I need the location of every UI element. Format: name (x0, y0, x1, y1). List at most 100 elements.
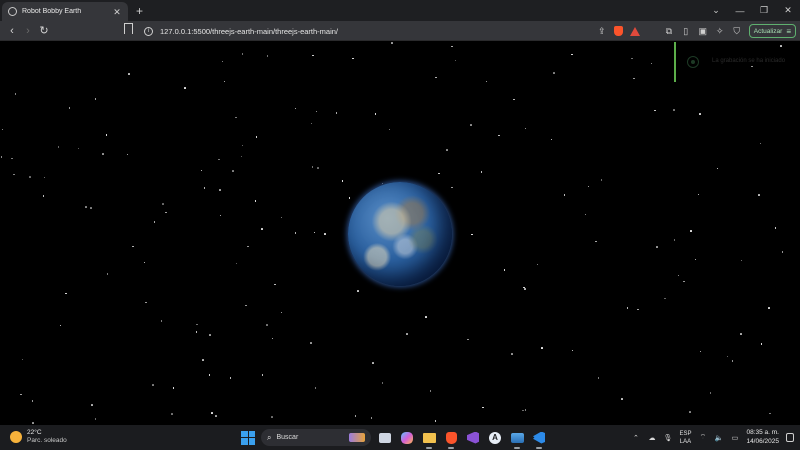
a-letter-icon: A (489, 431, 501, 444)
star (255, 136, 258, 138)
microphone-icon[interactable]: 🎙 (663, 434, 672, 442)
search-placeholder: Buscar (276, 434, 299, 441)
leo-ai-icon[interactable]: ✧ (715, 26, 725, 37)
update-button[interactable]: Actualizar ≡ (748, 24, 796, 38)
wifi-icon[interactable]: ⌔ (698, 433, 707, 442)
onedrive-cloud-icon[interactable]: ☁ (647, 434, 656, 442)
star (271, 416, 273, 418)
tab-search-chevron-icon[interactable]: ⌄ (704, 5, 728, 16)
star (595, 240, 597, 243)
star (524, 409, 527, 411)
address-bar[interactable]: i 127.0.0.1:5500/threejs-earth-main/thre… (118, 22, 628, 40)
star (202, 359, 204, 361)
star (699, 113, 701, 115)
star (677, 274, 680, 277)
record-icon (687, 56, 699, 68)
star (241, 144, 244, 147)
earth-globe (348, 182, 452, 286)
share-icon[interactable]: ⇪ (597, 26, 607, 37)
tab-strip: Robot Bobby Earth ✕ + ⌄ — ❐ ✕ (0, 0, 800, 21)
star (637, 308, 639, 311)
sidebar-icon[interactable]: ▯ (681, 26, 691, 37)
star (94, 418, 97, 420)
star (312, 54, 314, 57)
forward-icon[interactable]: › (20, 21, 36, 41)
star (145, 301, 147, 304)
visual-studio-icon (467, 431, 479, 444)
minimize-icon[interactable]: — (728, 6, 752, 16)
extensions-icon[interactable]: ⧉ (664, 26, 674, 37)
url-text[interactable]: 127.0.0.1:5500/threejs-earth-main/threej… (160, 27, 338, 36)
star (102, 153, 104, 155)
chevron-up-icon[interactable]: ⌃ (631, 434, 640, 442)
wallet-icon[interactable]: ▣ (698, 26, 708, 37)
star (451, 45, 453, 48)
search-icon: ⌕ (267, 432, 272, 442)
star (664, 297, 666, 300)
file-explorer-button[interactable] (421, 430, 437, 449)
language-indicator[interactable]: ESP LAA (679, 430, 691, 446)
star (172, 387, 175, 389)
star (587, 185, 590, 188)
star (656, 246, 658, 248)
tab-close-icon[interactable]: ✕ (112, 7, 122, 17)
windows-start-icon[interactable] (241, 430, 255, 445)
reload-icon[interactable]: ↻ (36, 21, 52, 41)
star (348, 197, 351, 199)
back-icon[interactable]: ‹ (4, 21, 20, 41)
task-view-button[interactable] (377, 430, 393, 446)
star (0, 156, 3, 158)
arc-app-button[interactable]: A (487, 430, 503, 446)
star (503, 269, 506, 271)
star (294, 107, 297, 110)
recording-accent-bar (674, 42, 676, 82)
star (200, 169, 203, 172)
battery-icon[interactable]: ▭ (730, 434, 739, 442)
star (126, 153, 129, 156)
star (563, 194, 566, 196)
star (335, 112, 338, 114)
star (77, 147, 80, 150)
star (654, 109, 656, 112)
tab-robot-bobby-earth[interactable]: Robot Bobby Earth ✕ (2, 2, 128, 21)
star (480, 171, 483, 173)
clock[interactable]: 08:35 a. m. 14/06/2025 (746, 429, 779, 446)
close-icon[interactable]: ✕ (776, 5, 800, 16)
star (768, 307, 770, 309)
star (232, 170, 234, 172)
star (20, 393, 22, 396)
star (165, 211, 167, 214)
clock-date: 14/06/2025 (746, 437, 779, 445)
taskbar: 22°C Parc. soleado ⌕ Buscar A ⌃ ☁ 🎙 ESP … (0, 425, 800, 450)
vscode-icon (533, 431, 545, 444)
star (522, 409, 524, 412)
weather-widget[interactable]: 22°C Parc. soleado (10, 429, 67, 445)
star (781, 251, 784, 253)
webgl-canvas[interactable]: La grabación se ha iniciado (0, 41, 800, 425)
star (196, 323, 198, 326)
visual-studio-button[interactable] (465, 430, 481, 446)
star (633, 77, 635, 80)
notification-icon[interactable] (786, 433, 794, 442)
brave-shields-icon[interactable] (613, 26, 623, 36)
browser-toolbar: ‹ › ↻ i 127.0.0.1:5500/threejs-earth-mai… (0, 21, 800, 41)
star (31, 400, 34, 402)
star (673, 109, 675, 111)
vscode-button[interactable] (531, 430, 547, 449)
brave-rewards-icon[interactable] (629, 26, 640, 36)
photos-button[interactable] (509, 430, 525, 449)
copilot-button[interactable] (399, 430, 415, 446)
star (571, 349, 574, 352)
brave-browser-button[interactable] (443, 430, 459, 449)
star (209, 334, 211, 336)
star (203, 187, 206, 189)
site-info-icon[interactable]: i (144, 26, 153, 36)
star (454, 59, 457, 62)
volume-icon[interactable]: 🔈 (714, 434, 724, 442)
restore-icon[interactable]: ❐ (752, 5, 776, 16)
star (247, 245, 249, 248)
taskbar-search[interactable]: ⌕ Buscar (261, 429, 371, 446)
new-tab-button[interactable]: + (136, 2, 143, 21)
vpn-shield-icon[interactable]: ⛉ (732, 26, 742, 37)
star (314, 387, 317, 389)
